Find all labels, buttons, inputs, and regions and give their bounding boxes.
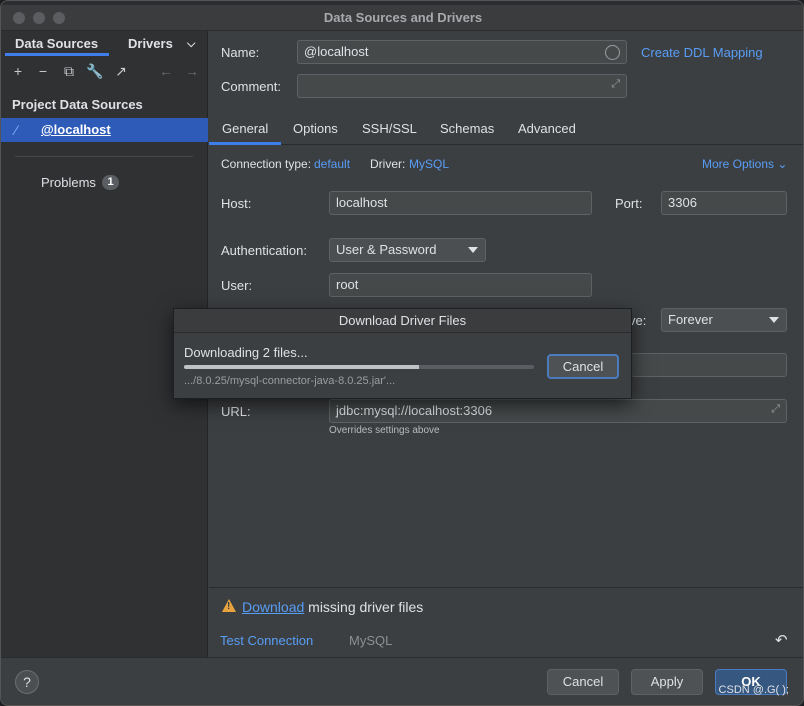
download-link[interactable]: Download [242,599,304,615]
more-options-label: More Options [702,157,775,171]
chevron-down-icon: ⌄ [777,157,788,171]
forward-icon[interactable]: → [183,62,201,80]
settings-tabs: General Options SSH/SSL Schemas Advanced [209,115,803,145]
apply-button[interactable]: Apply [631,669,703,695]
dialog-cancel-button[interactable]: Cancel [547,354,619,379]
warning-message: Download missing driver files [242,599,423,615]
tab-drivers[interactable]: Drivers [128,36,173,51]
name-field[interactable]: @localhost [297,40,627,64]
chevron-down-icon[interactable]: ⌵ [187,38,195,51]
test-connection-link[interactable]: Test Connection [220,633,313,648]
more-options-link[interactable]: More Options ⌄ [702,157,787,171]
window-title: Data Sources and Drivers [323,10,483,25]
url-value: jdbc:mysql://localhost:3306 [336,403,493,418]
url-label: URL: [221,404,251,419]
comment-field[interactable]: ⤢ [297,74,627,98]
active-tab-indicator [5,53,109,56]
active-tab-indicator [209,142,281,145]
user-field[interactable]: root [329,273,592,297]
name-value: @localhost [304,44,369,59]
url-field[interactable]: jdbc:mysql://localhost:3306 ⤢ [329,399,787,423]
port-value: 3306 [668,195,697,210]
warning-text: missing driver files [308,599,424,615]
datasource-label: @localhost [41,122,111,137]
dropdown-caret-icon [468,247,478,253]
url-hint: Overrides settings above [329,425,440,436]
user-label: User: [221,278,253,293]
download-progress-bar [184,365,534,369]
title-bar: Data Sources and Drivers [1,5,803,31]
comment-label: Comment: [221,79,281,94]
authentication-label: Authentication: [221,243,308,258]
authentication-value: User & Password [336,242,437,257]
help-button[interactable]: ? [15,670,39,694]
datasource-item[interactable]: ⁄ @localhost [1,118,208,142]
problems-item[interactable]: Problems [41,175,96,190]
left-toolbar: + − ⧉ 🔧 ↗ ← → [1,59,208,85]
data-sources-window: Data Sources and Drivers Data Sources Dr… [0,0,804,706]
host-value: localhost [336,195,388,210]
driver-label: Driver: [370,157,406,171]
watermark: CSDN @.G( ); [718,684,789,696]
host-field[interactable]: localhost [329,191,592,215]
expand-icon[interactable]: ⤢ [771,403,780,416]
section-label: Project Data Sources [12,97,143,112]
host-label: Host: [221,196,252,211]
driver-link[interactable]: MySQL [409,157,449,171]
dropdown-caret-icon [769,317,779,323]
authentication-select[interactable]: User & Password [329,238,486,262]
save-value: Forever [668,312,713,327]
tab-advanced[interactable]: Advanced [518,121,576,136]
cancel-button[interactable]: Cancel [547,669,619,695]
problems-count-badge: 1 [102,175,119,190]
download-file-path: .../8.0.25/mysql-connector-java-8.0.25.j… [184,375,396,387]
reset-icon[interactable]: ↶ [775,631,788,649]
create-ddl-mapping-link[interactable]: Create DDL Mapping [641,45,763,60]
warning-exclamation: ! [227,601,231,612]
port-label: Port: [615,196,643,211]
wrench-icon[interactable]: 🔧 [86,62,104,80]
back-icon[interactable]: ← [157,62,175,80]
mysql-icon: ⁄ [15,122,18,138]
tab-schemas[interactable]: Schemas [440,121,494,136]
copy-icon[interactable]: ⧉ [60,62,78,80]
jump-icon[interactable]: ↗ [112,62,130,80]
footer: ? Cancel Apply OK CSDN @.G( ); [1,657,803,705]
tab-ssh-ssl[interactable]: SSH/SSL [362,121,417,136]
save-select[interactable]: Forever [661,308,787,332]
name-label: Name: [221,45,260,60]
dialog-title: Download Driver Files [174,309,631,333]
left-tabs: Data Sources Drivers ⌵ [1,31,208,57]
divider [15,156,193,157]
port-field[interactable]: 3306 [661,191,787,215]
tab-options[interactable]: Options [293,121,338,136]
database-field[interactable] [631,353,787,377]
connection-type-link[interactable]: default [314,157,350,171]
user-value: root [336,277,359,292]
connection-type-label: Connection type: [221,157,312,171]
dbms-label: MySQL [349,633,393,648]
add-icon[interactable]: + [9,62,27,80]
tab-general[interactable]: General [222,121,268,136]
expand-icon[interactable]: ⤢ [611,78,620,91]
progress-fill [184,365,419,369]
download-status: Downloading 2 files... [184,345,308,360]
download-driver-dialog: Download Driver Files Downloading 2 file… [173,308,632,399]
remove-icon[interactable]: − [34,62,52,80]
tab-data-sources[interactable]: Data Sources [15,36,98,51]
color-circle-icon[interactable] [605,45,620,60]
